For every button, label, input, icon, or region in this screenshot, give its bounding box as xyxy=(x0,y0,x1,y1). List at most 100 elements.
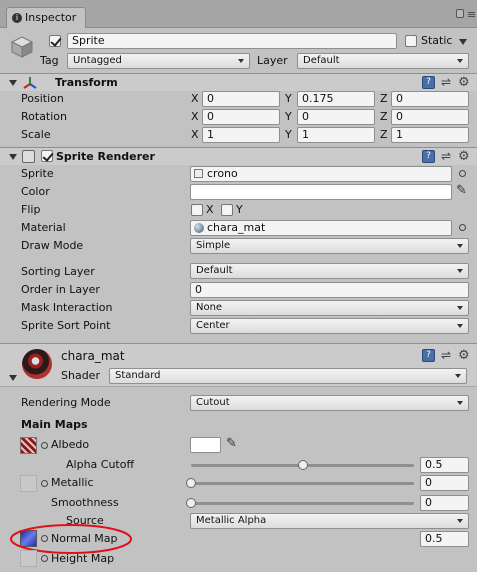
eyedropper-icon[interactable]: ✎ xyxy=(226,436,237,451)
scale-z-input[interactable]: 1 xyxy=(391,127,469,143)
material-object-field[interactable]: chara_mat xyxy=(190,220,452,236)
preset-sliders-icon[interactable]: ⇌ xyxy=(441,150,454,163)
gear-icon[interactable]: ⚙ xyxy=(458,76,471,89)
position-y-input[interactable]: 0.175 xyxy=(297,91,375,107)
static-checkbox[interactable] xyxy=(405,35,417,47)
preset-sliders-icon[interactable]: ⇌ xyxy=(441,76,454,89)
object-header: Sprite Static Tag Untagged Layer Default xyxy=(0,28,477,73)
tag-dropdown[interactable]: Untagged xyxy=(67,53,250,69)
smoothness-input[interactable]: 0 xyxy=(420,495,469,511)
position-z-axis-label: Z xyxy=(380,92,388,105)
metallic-texture-slot[interactable] xyxy=(20,475,37,492)
inspector-tab-bar: i Inspector ≡ xyxy=(0,0,477,28)
metallic-label: Metallic xyxy=(51,476,94,489)
scale-z-axis-label: Z xyxy=(380,128,388,141)
rotation-y-input[interactable]: 0 xyxy=(297,109,375,125)
position-x-input[interactable]: 0 xyxy=(202,91,280,107)
sprite-label: Sprite xyxy=(21,167,54,180)
lock-icon[interactable] xyxy=(456,9,464,18)
draw-mode-dropdown[interactable]: Simple xyxy=(190,238,469,254)
layer-dropdown[interactable]: Default xyxy=(297,53,469,69)
rotation-z-axis-label: Z xyxy=(380,110,388,123)
material-name: chara_mat xyxy=(61,349,125,363)
inspector-tab[interactable]: i Inspector xyxy=(6,7,86,28)
static-label: Static xyxy=(421,34,453,47)
sprite-renderer-foldout-arrow[interactable] xyxy=(9,154,17,160)
rotation-x-input[interactable]: 0 xyxy=(202,109,280,125)
rendering-mode-label: Rendering Mode xyxy=(21,396,111,409)
alpha-cutoff-slider-thumb[interactable] xyxy=(297,460,308,470)
eyedropper-icon[interactable]: ✎ xyxy=(456,183,467,198)
transform-header[interactable]: Transform ? ⇌ ⚙ xyxy=(0,73,477,91)
gear-icon[interactable]: ⚙ xyxy=(458,150,471,163)
menu-icon[interactable]: ≡ xyxy=(467,8,476,21)
position-y-axis-label: Y xyxy=(285,92,292,105)
alpha-cutoff-input[interactable]: 0.5 xyxy=(420,457,469,473)
rotation-x-axis-label: X xyxy=(191,110,199,123)
scale-y-axis-label: Y xyxy=(285,128,292,141)
sprite-renderer-header[interactable]: Sprite Renderer ? ⇌ ⚙ xyxy=(0,147,477,165)
sorting-layer-dropdown[interactable]: Default xyxy=(190,263,469,279)
order-in-layer-input[interactable]: 0 xyxy=(190,282,469,298)
rotation-z-input[interactable]: 0 xyxy=(391,109,469,125)
albedo-label: Albedo xyxy=(51,438,90,451)
sprite-picker-icon[interactable] xyxy=(459,170,466,177)
help-book-icon[interactable]: ? xyxy=(422,76,435,89)
shader-dropdown[interactable]: Standard xyxy=(109,368,467,384)
transform-foldout-arrow[interactable] xyxy=(9,80,17,86)
sprite-object-field[interactable]: crono xyxy=(190,166,452,182)
layer-label: Layer xyxy=(257,54,288,67)
transform-body: Position X 0 Y 0.175 Z 0 Rotation X 0 Y … xyxy=(0,91,477,147)
source-dropdown[interactable]: Metallic Alpha xyxy=(190,513,469,529)
active-checkbox[interactable] xyxy=(49,35,61,47)
inspector-tab-label: Inspector xyxy=(25,11,77,24)
shader-label: Shader xyxy=(61,369,100,382)
preset-sliders-icon[interactable]: ⇌ xyxy=(441,349,454,362)
static-dropdown-arrow[interactable] xyxy=(459,39,467,45)
metallic-input[interactable]: 0 xyxy=(420,475,469,491)
help-book-icon[interactable]: ? xyxy=(422,349,435,362)
flip-y-label: Y xyxy=(236,203,243,216)
main-maps-heading: Main Maps xyxy=(21,418,88,431)
rendering-mode-dropdown[interactable]: Cutout xyxy=(190,395,469,411)
sprite-renderer-enabled-checkbox[interactable] xyxy=(41,150,53,162)
alpha-cutoff-label: Alpha Cutoff xyxy=(66,458,135,471)
normal-map-scale-input[interactable]: 0.5 xyxy=(420,531,469,547)
material-label: Material xyxy=(21,221,66,234)
flip-y-checkbox[interactable] xyxy=(221,204,233,216)
metallic-slider-thumb[interactable] xyxy=(186,478,196,488)
scale-x-input[interactable]: 1 xyxy=(202,127,280,143)
material-picker-icon[interactable] xyxy=(459,224,466,231)
rotation-y-axis-label: Y xyxy=(285,110,292,123)
flip-label: Flip xyxy=(21,203,41,216)
height-map-picker-icon[interactable] xyxy=(41,555,48,562)
smoothness-slider-track[interactable] xyxy=(191,502,414,505)
sprite-renderer-body: Sprite crono Color ✎ Flip X Y Material c… xyxy=(0,165,477,343)
material-foldout-arrow[interactable] xyxy=(9,375,17,381)
help-book-icon[interactable]: ? xyxy=(422,150,435,163)
albedo-texture-thumbnail[interactable] xyxy=(20,437,37,454)
flip-x-label: X xyxy=(206,203,214,216)
sprite-sort-point-label: Sprite Sort Point xyxy=(21,319,111,332)
smoothness-slider-thumb[interactable] xyxy=(186,498,196,508)
sprite-value: crono xyxy=(207,167,238,180)
position-label: Position xyxy=(21,92,64,105)
mask-interaction-dropdown[interactable]: None xyxy=(190,300,469,316)
material-header[interactable]: chara_mat ? ⇌ ⚙ Shader Standard xyxy=(0,343,477,386)
flip-x-checkbox[interactable] xyxy=(191,204,203,216)
scale-y-input[interactable]: 1 xyxy=(297,127,375,143)
albedo-picker-icon[interactable] xyxy=(41,442,48,449)
scale-x-axis-label: X xyxy=(191,128,199,141)
metallic-slider-track[interactable] xyxy=(191,482,414,485)
gear-icon[interactable]: ⚙ xyxy=(458,349,471,362)
object-name-input[interactable]: Sprite xyxy=(67,33,397,49)
metallic-picker-icon[interactable] xyxy=(41,480,48,487)
height-map-texture-slot[interactable] xyxy=(20,550,37,567)
sprite-asset-icon xyxy=(194,169,203,178)
albedo-color-swatch[interactable] xyxy=(190,437,221,453)
color-swatch[interactable] xyxy=(190,184,452,200)
sprite-renderer-title: Sprite Renderer xyxy=(56,150,155,163)
position-z-input[interactable]: 0 xyxy=(391,91,469,107)
position-x-axis-label: X xyxy=(191,92,199,105)
sprite-sort-point-dropdown[interactable]: Center xyxy=(190,318,469,334)
